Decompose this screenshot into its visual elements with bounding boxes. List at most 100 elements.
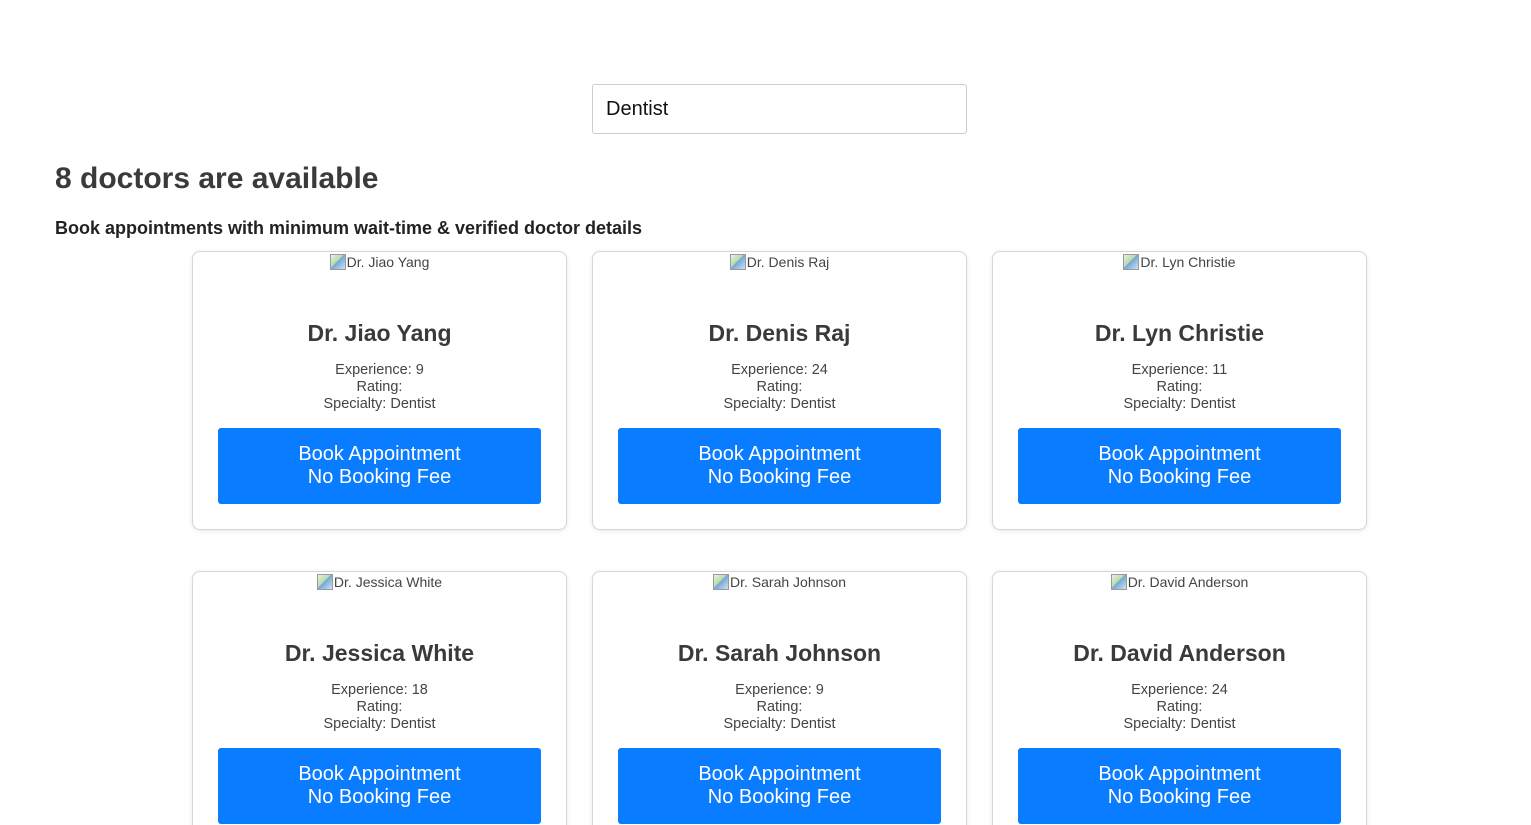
doctor-photo: Dr. Jessica White — [316, 573, 443, 629]
experience-value: 11 — [1212, 362, 1228, 378]
rating-line: Rating: — [593, 379, 966, 396]
doctor-details: Experience: 24 Rating: Specialty: Dentis… — [993, 682, 1366, 733]
rating-label: Rating: — [356, 699, 403, 715]
book-button-line2: No Booking Fee — [707, 786, 852, 808]
rating-line: Rating: — [993, 699, 1366, 716]
doctor-details: Experience: 24 Rating: Specialty: Dentis… — [593, 362, 966, 413]
experience-line: Experience: 24 — [993, 682, 1366, 699]
doctor-photo-alt-text: Dr. Jiao Yang — [346, 254, 430, 270]
doctor-photo-alt-text: Dr. Lyn Christie — [1140, 254, 1236, 270]
book-appointment-button[interactable]: Book Appointment No Booking Fee — [1018, 748, 1341, 824]
book-button-line2: No Booking Fee — [307, 786, 452, 808]
experience-line: Experience: 18 — [193, 682, 566, 699]
specialty-label: Specialty: — [323, 396, 387, 412]
book-button-line1: Book Appointment — [298, 443, 461, 465]
specialty-label: Specialty: — [723, 396, 787, 412]
page: 8 doctors are available Book appointment… — [0, 0, 1531, 825]
specialty-value: Dentist — [390, 396, 436, 412]
doctor-photo-alt-text: Dr. David Anderson — [1127, 574, 1249, 590]
search-container — [592, 84, 967, 134]
booking-subheading: Book appointments with minimum wait-time… — [55, 218, 643, 238]
experience-line: Experience: 11 — [993, 362, 1366, 379]
doctor-photo-alt-text: Dr. Denis Raj — [746, 254, 830, 270]
book-appointment-button[interactable]: Book Appointment No Booking Fee — [1018, 428, 1341, 504]
rating-label: Rating: — [756, 379, 803, 395]
rating-label: Rating: — [1156, 379, 1203, 395]
book-button-line1: Book Appointment — [1098, 443, 1261, 465]
specialty-label: Specialty: — [1123, 716, 1187, 732]
experience-value: 24 — [1211, 682, 1228, 698]
specialty-line: Specialty: Dentist — [193, 716, 566, 733]
specialty-line: Specialty: Dentist — [993, 716, 1366, 733]
doctor-card: Dr. Sarah Johnson Dr. Sarah Johnson Expe… — [592, 571, 967, 825]
doctor-details: Experience: 9 Rating: Specialty: Dentist — [593, 682, 966, 733]
doctor-card: Dr. Jessica White Dr. Jessica White Expe… — [192, 571, 567, 825]
broken-image-icon — [316, 574, 333, 590]
rating-line: Rating: — [193, 699, 566, 716]
doctor-photo: Dr. David Anderson — [1110, 573, 1249, 629]
doctor-card: Dr. Lyn Christie Dr. Lyn Christie Experi… — [992, 251, 1367, 530]
broken-image-icon — [1123, 254, 1140, 270]
doctor-card: Dr. Denis Raj Dr. Denis Raj Experience: … — [592, 251, 967, 530]
book-appointment-button[interactable]: Book Appointment No Booking Fee — [618, 748, 941, 824]
book-button-line2: No Booking Fee — [307, 466, 452, 488]
doctor-name: Dr. Jessica White — [284, 640, 475, 666]
broken-image-icon — [713, 574, 730, 590]
book-button-line1: Book Appointment — [1098, 763, 1261, 785]
experience-value: 24 — [811, 362, 828, 378]
experience-label: Experience: — [331, 682, 408, 698]
specialty-value: Dentist — [1190, 396, 1236, 412]
specialty-value: Dentist — [790, 396, 836, 412]
doctor-name: Dr. Sarah Johnson — [677, 640, 882, 666]
specialty-line: Specialty: Dentist — [593, 716, 966, 733]
specialty-value: Dentist — [1190, 716, 1236, 732]
broken-image-icon — [1110, 574, 1127, 590]
experience-label: Experience: — [1131, 362, 1209, 378]
experience-label: Experience: — [1131, 682, 1208, 698]
experience-value: 18 — [411, 682, 428, 698]
broken-image-icon — [729, 254, 746, 270]
doctor-name: Dr. Denis Raj — [708, 320, 851, 346]
book-button-line1: Book Appointment — [298, 763, 461, 785]
doctor-details: Experience: 18 Rating: Specialty: Dentis… — [193, 682, 566, 733]
doctor-card: Dr. Jiao Yang Dr. Jiao Yang Experience: … — [192, 251, 567, 530]
doctor-details: Experience: 11 Rating: Specialty: Dentis… — [993, 362, 1366, 413]
book-appointment-button[interactable]: Book Appointment No Booking Fee — [218, 748, 541, 824]
book-button-line1: Book Appointment — [698, 763, 861, 785]
rating-line: Rating: — [593, 699, 966, 716]
doctor-name: Dr. Jiao Yang — [307, 320, 452, 346]
book-button-line2: No Booking Fee — [707, 466, 852, 488]
book-button-line1: Book Appointment — [698, 443, 861, 465]
specialty-label: Specialty: — [1123, 396, 1187, 412]
doctors-count-heading: 8 doctors are available — [55, 162, 379, 195]
rating-line: Rating: — [993, 379, 1366, 396]
broken-image-icon — [329, 254, 346, 270]
doctor-photo-alt-text: Dr. Jessica White — [333, 574, 443, 590]
rating-label: Rating: — [356, 379, 403, 395]
experience-value: 9 — [815, 682, 824, 698]
doctor-photo: Dr. Lyn Christie — [1123, 253, 1236, 309]
specialty-value: Dentist — [390, 716, 436, 732]
book-button-line2: No Booking Fee — [1107, 466, 1252, 488]
specialty-search-input[interactable] — [592, 84, 967, 134]
experience-label: Experience: — [735, 682, 812, 698]
doctor-photo: Dr. Denis Raj — [729, 253, 830, 309]
book-appointment-button[interactable]: Book Appointment No Booking Fee — [218, 428, 541, 504]
specialty-line: Specialty: Dentist — [193, 396, 566, 413]
specialty-line: Specialty: Dentist — [993, 396, 1366, 413]
experience-label: Experience: — [335, 362, 412, 378]
doctor-card-grid: Dr. Jiao Yang Dr. Jiao Yang Experience: … — [192, 251, 1368, 825]
experience-line: Experience: 9 — [593, 682, 966, 699]
experience-line: Experience: 24 — [593, 362, 966, 379]
specialty-label: Specialty: — [323, 716, 387, 732]
rating-label: Rating: — [756, 699, 803, 715]
book-appointment-button[interactable]: Book Appointment No Booking Fee — [618, 428, 941, 504]
experience-label: Experience: — [731, 362, 808, 378]
doctor-photo: Dr. Jiao Yang — [329, 253, 430, 309]
doctor-photo-alt-text: Dr. Sarah Johnson — [730, 574, 846, 590]
doctor-name: Dr. David Anderson — [1073, 640, 1286, 666]
experience-line: Experience: 9 — [193, 362, 566, 379]
doctor-details: Experience: 9 Rating: Specialty: Dentist — [193, 362, 566, 413]
specialty-line: Specialty: Dentist — [593, 396, 966, 413]
doctor-photo: Dr. Sarah Johnson — [713, 573, 846, 629]
